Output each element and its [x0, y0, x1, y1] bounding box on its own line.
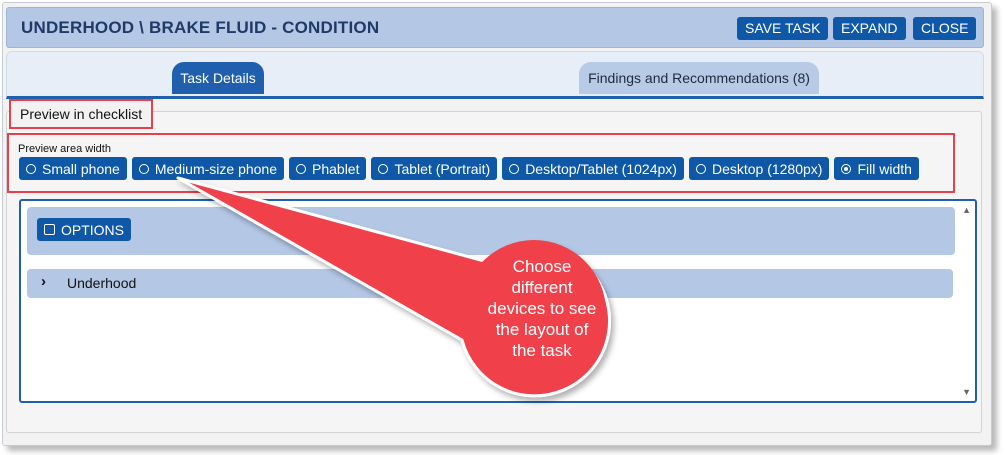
options-button-label: OPTIONS [61, 221, 125, 238]
radio-selected-icon [841, 163, 852, 174]
preview-legend: Preview in checklist [9, 99, 154, 129]
radio-icon [138, 163, 149, 174]
options-button[interactable]: OPTIONS [37, 218, 132, 241]
width-option-medium-phone[interactable]: Medium-size phone [131, 157, 284, 180]
radio-icon [509, 163, 520, 174]
width-option-label: Phablet [312, 160, 360, 177]
radio-icon [296, 163, 306, 174]
preview-width-label: Preview area width [18, 143, 111, 155]
task-window: UNDERHOOD \ BRAKE FLUID - CONDITION SAVE… [2, 2, 992, 446]
tab-bar: Task Details Findings and Recommendation… [6, 51, 984, 99]
width-option-desktop-tablet-1024[interactable]: Desktop/Tablet (1024px) [502, 157, 684, 180]
tab-task-details[interactable]: Task Details [172, 62, 264, 94]
width-option-fill-width[interactable]: Fill width [834, 157, 919, 180]
radio-icon [378, 163, 389, 174]
width-option-small-phone[interactable]: Small phone [19, 157, 127, 180]
width-option-label: Fill width [857, 160, 912, 177]
radio-icon [695, 163, 706, 174]
expand-button[interactable]: EXPAND [833, 17, 906, 40]
close-button[interactable]: CLOSE [913, 17, 977, 40]
preview-width-group: Preview area width Small phone Medium-si… [7, 133, 955, 193]
checkbox-icon [44, 224, 55, 235]
scroll-up-arrow[interactable]: ▲ [962, 205, 971, 215]
title-bar: UNDERHOOD \ BRAKE FLUID - CONDITION SAVE… [6, 7, 984, 48]
task-title: UNDERHOOD \ BRAKE FLUID - CONDITION [21, 18, 380, 37]
chevron-right-icon: › [41, 273, 46, 290]
callout-text: Choose different devices to see the layo… [487, 257, 597, 360]
width-option-label: Tablet (Portrait) [394, 160, 491, 177]
scroll-down-arrow[interactable]: ▼ [962, 387, 971, 397]
section-label: Underhood [67, 275, 137, 291]
tab-findings-recommendations[interactable]: Findings and Recommendations (8) [579, 62, 819, 94]
width-option-desktop-1280[interactable]: Desktop (1280px) [688, 157, 830, 180]
width-option-label: Medium-size phone [154, 160, 277, 177]
options-band: OPTIONS [27, 207, 955, 255]
width-option-label: Desktop (1280px) [711, 160, 823, 177]
width-option-label: Desktop/Tablet (1024px) [525, 160, 677, 177]
save-task-button[interactable]: SAVE TASK [737, 17, 829, 40]
width-option-tablet-portrait[interactable]: Tablet (Portrait) [371, 157, 498, 180]
width-option-phablet[interactable]: Phablet [289, 157, 367, 180]
width-option-label: Small phone [42, 160, 120, 177]
radio-icon [26, 163, 36, 174]
